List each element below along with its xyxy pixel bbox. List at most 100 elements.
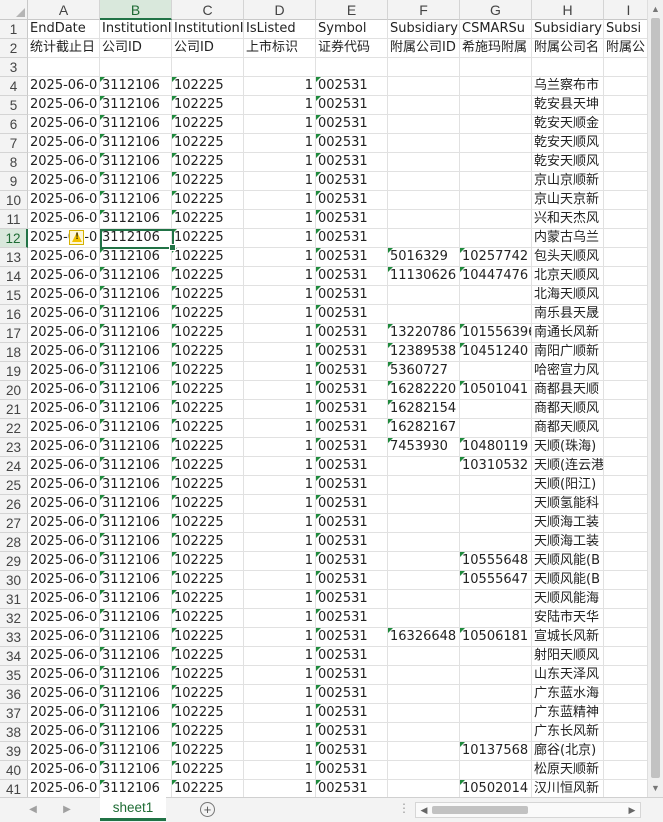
table-cell[interactable]: 002531 (316, 400, 388, 419)
table-cell[interactable]: 天顺(阳江) (532, 476, 604, 495)
table-cell[interactable]: 3112106 (100, 780, 172, 797)
table-cell[interactable]: 2025-06-0 (28, 324, 100, 343)
row-header[interactable]: 20 (0, 381, 28, 400)
table-cell[interactable] (460, 362, 532, 381)
header-cell[interactable]: Symbol (316, 20, 388, 39)
row-header[interactable]: 6 (0, 115, 28, 134)
table-cell[interactable] (388, 172, 460, 191)
table-cell[interactable]: 102225 (172, 780, 244, 797)
table-cell[interactable]: 北海天顺风 (532, 286, 604, 305)
table-cell[interactable] (388, 666, 460, 685)
table-cell[interactable]: 002531 (316, 286, 388, 305)
table-cell[interactable]: 广东长风新 (532, 723, 604, 742)
table-cell[interactable]: 2025-06-0 (28, 666, 100, 685)
table-cell[interactable] (604, 248, 647, 267)
table-cell[interactable]: 10451240 (460, 343, 532, 362)
table-cell[interactable] (604, 457, 647, 476)
table-cell[interactable]: 北京天顺风 (532, 267, 604, 286)
table-cell[interactable] (388, 115, 460, 134)
table-cell[interactable]: 2025-06-0 (28, 723, 100, 742)
table-cell[interactable]: 1 (244, 191, 316, 210)
table-cell[interactable]: 10257742 (460, 248, 532, 267)
table-cell[interactable]: 天顺风能海 (532, 590, 604, 609)
row-header[interactable]: 10 (0, 191, 28, 210)
table-cell[interactable] (604, 590, 647, 609)
table-cell[interactable] (388, 685, 460, 704)
table-cell[interactable]: 南乐县天晟 (532, 305, 604, 324)
table-cell[interactable]: 3112106 (100, 115, 172, 134)
table-cell[interactable] (604, 533, 647, 552)
table-cell[interactable]: 10447476 (460, 267, 532, 286)
table-cell[interactable]: 1 (244, 362, 316, 381)
table-cell[interactable] (388, 590, 460, 609)
table-cell[interactable]: 1 (244, 210, 316, 229)
table-cell[interactable]: 002531 (316, 96, 388, 115)
table-cell[interactable]: 3112106 (100, 191, 172, 210)
table-cell[interactable]: 102225 (172, 324, 244, 343)
table-cell[interactable]: 3112106 (100, 533, 172, 552)
row-header[interactable]: 31 (0, 590, 28, 609)
scroll-left-icon[interactable]: ◀ (418, 803, 430, 817)
row-header[interactable]: 36 (0, 685, 28, 704)
table-cell[interactable]: 2025-06-0 (28, 267, 100, 286)
table-cell[interactable]: 16326648 (388, 628, 460, 647)
table-cell[interactable]: 2025-06-0 (28, 457, 100, 476)
table-cell[interactable]: 102225 (172, 343, 244, 362)
empty-cell[interactable] (316, 58, 388, 77)
table-cell[interactable] (388, 552, 460, 571)
table-cell[interactable]: 3112106 (100, 647, 172, 666)
table-cell[interactable]: 002531 (316, 514, 388, 533)
table-cell[interactable]: 2025-06-0 (28, 552, 100, 571)
table-cell[interactable] (388, 704, 460, 723)
table-cell[interactable] (604, 571, 647, 590)
row-header[interactable]: 19 (0, 362, 28, 381)
table-cell[interactable]: 哈密宣力风 (532, 362, 604, 381)
table-cell[interactable]: 3112106 (100, 761, 172, 780)
table-cell[interactable] (604, 476, 647, 495)
row-header[interactable]: 14 (0, 267, 28, 286)
empty-cell[interactable] (28, 58, 100, 77)
table-cell[interactable]: 1 (244, 476, 316, 495)
column-header-a[interactable]: A (28, 0, 100, 20)
header-cell[interactable]: SubsidiaryI (532, 20, 604, 39)
table-cell[interactable]: 乾安天顺金 (532, 115, 604, 134)
table-cell[interactable]: 102225 (172, 704, 244, 723)
table-cell[interactable]: 1 (244, 704, 316, 723)
table-cell[interactable]: 天顺风能(B (532, 571, 604, 590)
table-cell[interactable]: 1 (244, 647, 316, 666)
table-cell[interactable]: 天顺风能(B (532, 552, 604, 571)
table-cell[interactable]: 1 (244, 628, 316, 647)
table-cell[interactable]: 002531 (316, 267, 388, 286)
table-cell[interactable]: 10310532 (460, 457, 532, 476)
empty-cell[interactable] (244, 58, 316, 77)
table-cell[interactable]: 002531 (316, 723, 388, 742)
table-cell[interactable] (388, 761, 460, 780)
table-cell[interactable]: 2025-06-0 (28, 248, 100, 267)
table-cell[interactable]: 5360727 (388, 362, 460, 381)
table-cell[interactable]: 002531 (316, 191, 388, 210)
row-header[interactable]: 2 (0, 39, 28, 58)
table-cell[interactable]: 102225 (172, 267, 244, 286)
column-header-f[interactable]: F (388, 0, 460, 20)
table-cell[interactable]: 3112106 (100, 514, 172, 533)
table-cell[interactable]: 1 (244, 552, 316, 571)
table-cell[interactable]: 1 (244, 723, 316, 742)
row-header[interactable]: 11 (0, 210, 28, 229)
empty-cell[interactable] (532, 58, 604, 77)
table-cell[interactable]: 102225 (172, 514, 244, 533)
table-cell[interactable] (604, 666, 647, 685)
table-cell[interactable] (460, 96, 532, 115)
table-cell[interactable]: 1 (244, 381, 316, 400)
table-cell[interactable] (604, 552, 647, 571)
table-cell[interactable]: 2025-06-0 (28, 590, 100, 609)
table-cell[interactable] (460, 514, 532, 533)
table-cell[interactable]: 1 (244, 609, 316, 628)
row-header[interactable]: 21 (0, 400, 28, 419)
scroll-down-icon[interactable]: ▼ (648, 781, 663, 795)
table-cell[interactable] (604, 400, 647, 419)
table-cell[interactable]: 2025-06-0 (28, 400, 100, 419)
table-cell[interactable]: 2025-06-0 (28, 96, 100, 115)
table-cell[interactable]: 10555647 (460, 571, 532, 590)
table-cell[interactable] (388, 533, 460, 552)
table-cell[interactable] (604, 685, 647, 704)
